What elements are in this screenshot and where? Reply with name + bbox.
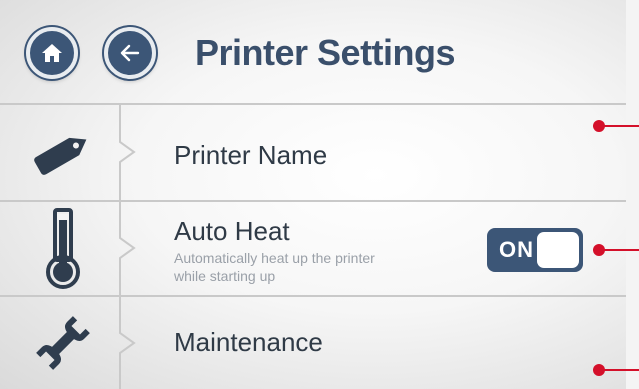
- callout-line-printer-name: [604, 125, 639, 127]
- header: Printer Settings: [0, 0, 626, 103]
- auto-heat-description: Automatically heat up the printer while …: [174, 249, 434, 285]
- arrow-left-icon: [120, 44, 140, 62]
- toggle-knob[interactable]: [537, 232, 579, 268]
- home-icon: [42, 44, 62, 62]
- row-separator: [119, 297, 136, 389]
- back-button[interactable]: [104, 27, 156, 79]
- setting-row-printer-name[interactable]: Printer Name: [0, 105, 626, 200]
- auto-heat-toggle[interactable]: ON: [487, 228, 583, 272]
- tag-icon: [28, 105, 98, 200]
- setting-row-maintenance[interactable]: Maintenance: [0, 297, 626, 389]
- row-separator: [119, 202, 136, 295]
- callout-line-auto-heat: [604, 249, 639, 251]
- home-button[interactable]: [26, 27, 78, 79]
- printer-name-label: Printer Name: [174, 140, 328, 170]
- auto-heat-label: Auto Heat: [174, 216, 290, 246]
- thermometer-icon: [28, 202, 98, 295]
- maintenance-label: Maintenance: [174, 327, 323, 357]
- wrench-icon: [28, 297, 98, 389]
- settings-screen: Printer Settings Printer Name Auto Heat …: [0, 0, 626, 389]
- toggle-state-label: ON: [499, 237, 534, 262]
- auto-heat-description-line1: Automatically heat up the printer: [174, 250, 375, 266]
- callout-line-maintenance: [604, 369, 639, 371]
- auto-heat-description-line2: while starting up: [174, 268, 276, 284]
- row-separator: [119, 105, 136, 200]
- page-title: Printer Settings: [195, 32, 456, 73]
